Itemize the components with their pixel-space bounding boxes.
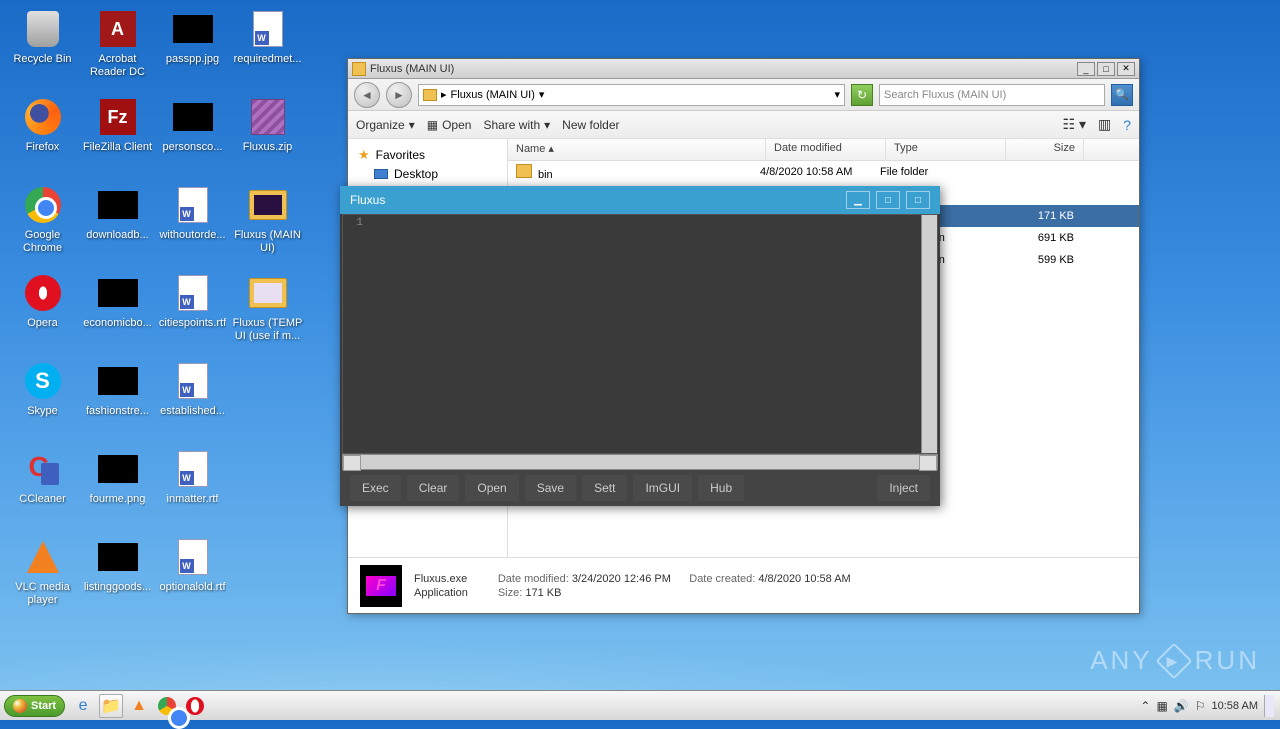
taskbar-ie[interactable]: e: [71, 694, 95, 718]
taskbar-vlc[interactable]: ▲: [127, 694, 151, 718]
file-thumbnail: F: [360, 565, 402, 607]
folder-icon: [352, 62, 366, 76]
folder-icon: [423, 89, 437, 101]
desktop-icon[interactable]: SSkype: [5, 357, 80, 445]
minimize-button[interactable]: ▁: [846, 191, 870, 209]
desktop-icon[interactable]: citiespoints.rtf: [155, 269, 230, 357]
column-size[interactable]: Size: [1006, 139, 1084, 160]
tray-flag-icon[interactable]: ⚐: [1195, 699, 1206, 713]
clock[interactable]: 10:58 AM: [1212, 700, 1258, 712]
desktop-icons-grid: Recycle BinAAcrobat Reader DCpasspp.jpgr…: [5, 5, 305, 621]
maximize-button[interactable]: □: [876, 191, 900, 209]
exec-button[interactable]: Exec: [350, 475, 401, 501]
column-headers[interactable]: Name ▴ Date modified Type Size: [508, 139, 1139, 161]
show-desktop-button[interactable]: [1264, 695, 1274, 717]
desktop-icon[interactable]: FzFileZilla Client: [80, 93, 155, 181]
desktop-icon[interactable]: withoutorde...: [155, 181, 230, 269]
forward-button[interactable]: ►: [386, 82, 412, 108]
desktop-icon[interactable]: Firefox: [5, 93, 80, 181]
fluxus-title: Fluxus: [350, 193, 840, 207]
tray-shield-icon[interactable]: ▦: [1156, 699, 1167, 713]
vertical-scrollbar[interactable]: [921, 215, 937, 453]
horizontal-scrollbar[interactable]: [342, 454, 938, 470]
open-button[interactable]: ▦ Open: [427, 118, 472, 132]
breadcrumb: Fluxus (MAIN UI): [451, 89, 535, 101]
desktop-icon[interactable]: established...: [155, 357, 230, 445]
fluxus-window[interactable]: Fluxus ▁ □ □ 1 Exec Clear Open Save Sett…: [340, 186, 940, 506]
close-button[interactable]: □: [906, 191, 930, 209]
help-button[interactable]: ?: [1123, 117, 1131, 133]
back-button[interactable]: ◄: [354, 82, 380, 108]
minimize-button[interactable]: _: [1077, 62, 1095, 76]
preview-pane-button[interactable]: ▥: [1098, 116, 1111, 133]
detail-filename: Fluxus.exe: [414, 573, 467, 585]
desktop-icon: [374, 169, 388, 179]
desktop-icon[interactable]: passpp.jpg: [155, 5, 230, 93]
desktop-icon[interactable]: personsco...: [155, 93, 230, 181]
desktop-icon[interactable]: CCleaner: [5, 445, 80, 533]
start-button[interactable]: Start: [4, 695, 65, 717]
watermark: ANY ▶ RUN: [1090, 645, 1260, 676]
line-gutter: 1: [343, 215, 367, 453]
taskbar-chrome[interactable]: [155, 694, 179, 718]
column-type[interactable]: Type: [886, 139, 1006, 160]
column-name[interactable]: Name ▴: [508, 139, 766, 160]
hub-button[interactable]: Hub: [698, 475, 744, 501]
favorites-group[interactable]: ★Favorites: [348, 145, 507, 165]
inject-button[interactable]: Inject: [877, 475, 930, 501]
play-icon: ▶: [1155, 642, 1192, 679]
command-toolbar: Organize ▾ ▦ Open Share with ▾ New folde…: [348, 111, 1139, 139]
organize-menu[interactable]: Organize ▾: [356, 118, 415, 132]
system-tray: ⌃ ▦ 🔊 ⚐ 10:58 AM: [1134, 695, 1280, 717]
address-bar[interactable]: ▸ Fluxus (MAIN UI) ▾ ▾: [418, 84, 845, 106]
desktop-icon[interactable]: VLC media player: [5, 533, 80, 621]
address-toolbar: ◄ ► ▸ Fluxus (MAIN UI) ▾ ▾ ↻ Search Flux…: [348, 79, 1139, 111]
tray-expand-icon[interactable]: ⌃: [1140, 699, 1150, 713]
desktop-icon[interactable]: inmatter.rtf: [155, 445, 230, 533]
code-editor[interactable]: 1: [342, 214, 938, 454]
desktop-icon[interactable]: economicbo...: [80, 269, 155, 357]
search-button[interactable]: 🔍: [1111, 84, 1133, 106]
desktop-icon[interactable]: downloadb...: [80, 181, 155, 269]
desktop-icon[interactable]: Fluxus (TEMP UI (use if m...: [230, 269, 305, 357]
detail-type: Application: [414, 587, 468, 599]
fluxus-toolbar: Exec Clear Open Save Sett ImGUI Hub Inje…: [340, 470, 940, 506]
desktop-icon[interactable]: AAcrobat Reader DC: [80, 5, 155, 93]
sidebar-desktop[interactable]: Desktop: [348, 165, 507, 183]
desktop-icon[interactable]: Fluxus (MAIN UI): [230, 181, 305, 269]
editor-textarea[interactable]: [367, 215, 937, 453]
clear-button[interactable]: Clear: [407, 475, 460, 501]
desktop-icon[interactable]: optionalold.rtf: [155, 533, 230, 621]
desktop-icon[interactable]: Opera: [5, 269, 80, 357]
file-row[interactable]: bin4/8/2020 10:58 AMFile folder: [508, 161, 1139, 183]
details-pane: F Fluxus.exe Date modified: 3/24/2020 12…: [348, 557, 1139, 613]
save-button[interactable]: Save: [525, 475, 576, 501]
desktop-icon[interactable]: fashionstre...: [80, 357, 155, 445]
desktop-icon[interactable]: Recycle Bin: [5, 5, 80, 93]
explorer-titlebar[interactable]: Fluxus (MAIN UI) _ □ ✕: [348, 59, 1139, 79]
windows-orb-icon: [13, 699, 27, 713]
settings-button[interactable]: Sett: [582, 475, 627, 501]
open-button[interactable]: Open: [465, 475, 518, 501]
window-title: Fluxus (MAIN UI): [370, 63, 1075, 75]
taskbar-explorer[interactable]: 📁: [99, 694, 123, 718]
desktop-icon[interactable]: Google Chrome: [5, 181, 80, 269]
star-icon: ★: [358, 147, 370, 163]
column-date[interactable]: Date modified: [766, 139, 886, 160]
new-folder-button[interactable]: New folder: [562, 118, 619, 132]
refresh-button[interactable]: ↻: [851, 84, 873, 106]
close-button[interactable]: ✕: [1117, 62, 1135, 76]
taskbar[interactable]: Start e 📁 ▲ ⌃ ▦ 🔊 ⚐ 10:58 AM: [0, 690, 1280, 720]
tray-volume-icon[interactable]: 🔊: [1174, 699, 1189, 713]
fluxus-titlebar[interactable]: Fluxus ▁ □ □: [340, 186, 940, 214]
view-menu[interactable]: ☷ ▾: [1063, 116, 1086, 133]
desktop-icon[interactable]: listinggoods...: [80, 533, 155, 621]
imgui-button[interactable]: ImGUI: [633, 475, 692, 501]
desktop-icon[interactable]: Fluxus.zip: [230, 93, 305, 181]
desktop-icon[interactable]: fourme.png: [80, 445, 155, 533]
desktop-icon[interactable]: requiredmet...: [230, 5, 305, 93]
share-menu[interactable]: Share with ▾: [483, 118, 550, 132]
maximize-button[interactable]: □: [1097, 62, 1115, 76]
search-input[interactable]: Search Fluxus (MAIN UI): [879, 84, 1105, 106]
